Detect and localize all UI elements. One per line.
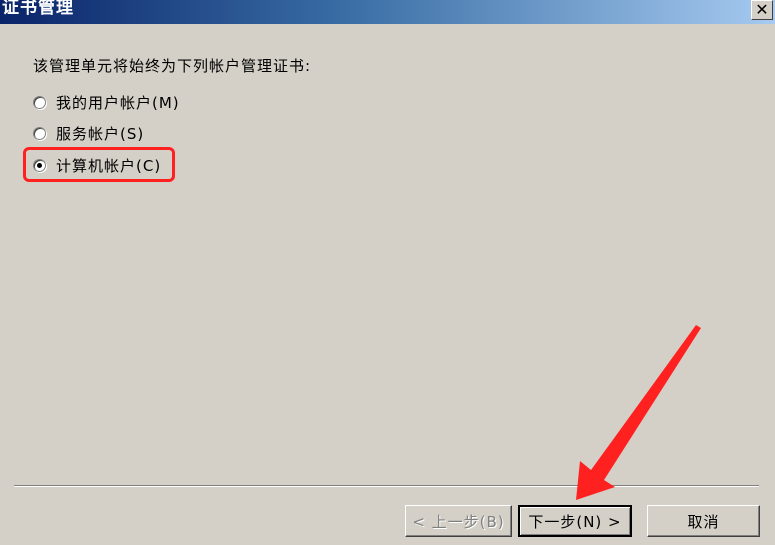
back-button[interactable]: < 上一步(B)	[405, 505, 512, 537]
cancel-button[interactable]: 取消	[647, 505, 760, 537]
separator	[14, 485, 759, 487]
arrow-shape	[576, 325, 701, 500]
radio-label: 服务帐户(S)	[56, 125, 145, 143]
radio-button[interactable]	[33, 127, 46, 140]
certificate-dialog: 证书管理 ✕ 该管理单元将始终为下列帐户管理证书: 我的用户帐户(M) 服务帐户…	[0, 0, 775, 545]
radio-service-account[interactable]: 服务帐户(S)	[33, 123, 144, 144]
close-button[interactable]: ✕	[751, 0, 773, 20]
close-icon: ✕	[755, 0, 769, 19]
next-button[interactable]: 下一步(N) >	[518, 505, 632, 537]
radio-my-user-account[interactable]: 我的用户帐户(M)	[33, 92, 180, 113]
title-bar[interactable]: 证书管理 ✕	[0, 0, 775, 24]
prompt-text: 该管理单元将始终为下列帐户管理证书:	[33, 57, 312, 75]
highlight-box	[23, 147, 175, 182]
radio-label: 我的用户帐户(M)	[56, 94, 180, 112]
radio-button[interactable]	[33, 96, 46, 109]
window-title: 证书管理	[2, 0, 74, 18]
red-arrow-annotation	[576, 325, 701, 500]
